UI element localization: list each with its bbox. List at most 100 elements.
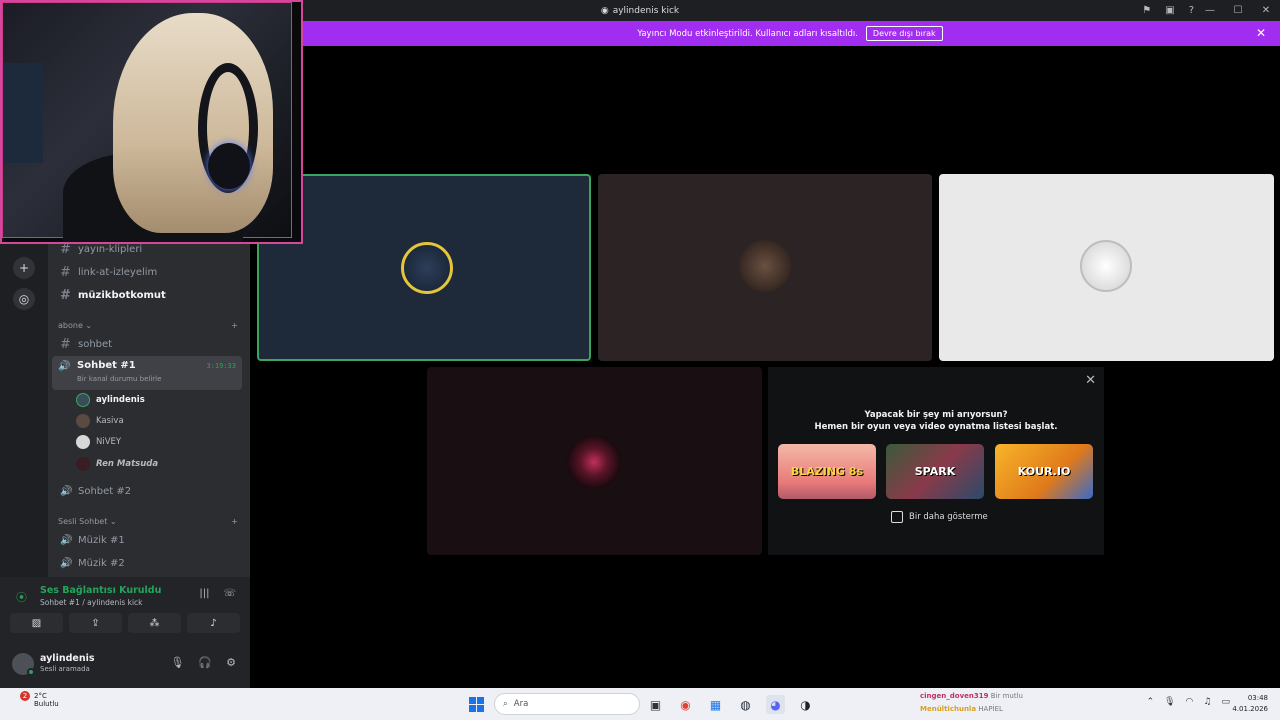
- monitor-shape: [3, 63, 43, 163]
- soundboard-icon[interactable]: ♪: [187, 613, 240, 633]
- weather-widget[interactable]: 2°C Bulutlu: [12, 692, 59, 708]
- activity-subheading: Hemen bir oyun veya video oynatma listes…: [814, 422, 1058, 432]
- game-card-blazing-8s[interactable]: BLAZING 8s: [778, 444, 876, 499]
- start-button[interactable]: [469, 697, 484, 712]
- taskbar-search[interactable]: ⌕ Ara: [494, 693, 640, 715]
- windows-taskbar: 2 2°C Bulutlu ⌕ Ara ▣ ◉ ▦ ◍ ◕ ◑ cingen_d…: [0, 688, 1280, 720]
- voice-action-row: ▨ ⇪ ⁂ ♪: [10, 613, 240, 633]
- avatar: [1080, 240, 1132, 292]
- search-icon: ⌕: [503, 699, 508, 709]
- explore-icon[interactable]: ◎: [13, 288, 35, 310]
- window-controls: — ☐ ✕: [1196, 0, 1280, 21]
- webcam-feed: [2, 2, 292, 242]
- dont-show-again-checkbox[interactable]: [891, 511, 903, 523]
- webcam-overlay: [0, 0, 303, 244]
- inbox-icon[interactable]: ⚑: [1142, 5, 1151, 16]
- chrome-icon[interactable]: ◉: [676, 695, 695, 714]
- settings-gear-icon[interactable]: ⚙: [226, 656, 236, 669]
- voice-channel-sohbet-2[interactable]: 🔊 Sohbet #2: [56, 481, 242, 501]
- voice-channel-muzik-1[interactable]: 🔊 Müzik #1: [56, 530, 242, 550]
- game-card-kour-io[interactable]: KOUR.IO: [995, 444, 1093, 499]
- system-tray: ⌃ 🎙 ◠ ♫ ▭: [1147, 697, 1230, 707]
- add-channel-icon[interactable]: +: [231, 321, 238, 330]
- hash-icon: #: [60, 336, 71, 352]
- voice-member[interactable]: NiVEY: [76, 433, 121, 451]
- dont-show-again-label[interactable]: Bir daha gösterme: [909, 512, 988, 522]
- category-abone[interactable]: abone ⌄ +: [58, 321, 238, 330]
- disconnect-icon[interactable]: ☏: [223, 588, 236, 599]
- voice-channel-sohbet-1[interactable]: 🔊 Sohbet #1 Bir kanal durumu belirle 3:1…: [52, 356, 242, 390]
- online-status-icon: [27, 668, 35, 676]
- discord-icon[interactable]: ◕: [766, 695, 785, 714]
- mic-tray-icon[interactable]: 🎙: [1164, 697, 1175, 707]
- user-panel: aylindenis Sesli aramada 🎙 🎧 ⚙: [10, 649, 240, 679]
- window-title: ◉ aylindenis kick: [600, 5, 680, 16]
- battery-icon[interactable]: ▭: [1221, 697, 1230, 707]
- add-server-icon[interactable]: +: [13, 257, 35, 279]
- channel-muzikbotkomut[interactable]: # müzikbotkomut: [56, 285, 242, 305]
- banner-message: Yayıncı Modu etkinleştirildi. Kullanıcı …: [637, 28, 858, 39]
- activities-icon[interactable]: ⁂: [128, 613, 181, 633]
- title-actions: ⚑ ▣ ?: [1142, 0, 1194, 21]
- avatar: [739, 240, 791, 292]
- channel-link-at-izleyelim[interactable]: # link-at-izleyelim: [56, 262, 242, 282]
- speaker-icon: 🔊: [60, 557, 73, 569]
- game-card-spark[interactable]: SPARK: [886, 444, 984, 499]
- noise-suppression-icon[interactable]: |||: [199, 588, 209, 599]
- headset-cup-shape: [208, 143, 250, 189]
- help-icon[interactable]: ?: [1189, 5, 1194, 16]
- voice-channel-muzik-2[interactable]: 🔊 Müzik #2: [56, 553, 242, 573]
- voice-connected-label[interactable]: Ses Bağlantısı Kuruldu: [40, 585, 161, 596]
- disable-streamer-mode-button[interactable]: Devre dışı bırak: [865, 26, 943, 41]
- avatar: [76, 414, 90, 428]
- video-tile-ren-matsuda[interactable]: [427, 367, 762, 555]
- video-tile-kasiva[interactable]: [598, 174, 932, 361]
- voice-connection-panel: ⦿ Ses Bağlantısı Kuruldu Sohbet #1 / ayl…: [0, 577, 250, 688]
- hash-icon: #: [60, 264, 71, 280]
- avatar: [401, 242, 453, 294]
- user-name[interactable]: aylindenis: [40, 653, 95, 664]
- voice-channel-path[interactable]: Sohbet #1 / aylindenis kick: [40, 598, 143, 607]
- video-tile-aylindenis[interactable]: [257, 174, 591, 361]
- add-channel-icon[interactable]: +: [231, 517, 238, 526]
- minimize-button[interactable]: —: [1196, 0, 1224, 21]
- maximize-button[interactable]: ☐: [1224, 0, 1252, 21]
- channel-status[interactable]: Bir kanal durumu belirle: [77, 375, 161, 383]
- close-window-button[interactable]: ✕: [1252, 0, 1280, 21]
- video-tile-nivey[interactable]: [939, 174, 1274, 361]
- speaker-icon: 🔊: [60, 485, 73, 497]
- activity-suggestion-panel: ✕ Yapacak bir şey mi arıyorsun? Hemen bi…: [768, 367, 1104, 555]
- speaker-icon: 🔊: [60, 534, 73, 546]
- activity-heading: Yapacak bir şey mi arıyorsun?: [864, 410, 1008, 420]
- voice-member[interactable]: Kasiva: [76, 412, 124, 430]
- chat-overlay: cingen_doven319 Bir mutlu Menültichunla …: [920, 692, 1023, 713]
- voice-member[interactable]: aylindenis: [76, 391, 145, 409]
- steam-icon[interactable]: ◍: [736, 695, 755, 714]
- store-icon[interactable]: ▦: [706, 695, 725, 714]
- avatar: [76, 393, 90, 407]
- discord-logo-icon: ◉: [600, 5, 609, 16]
- wifi-icon[interactable]: ◠: [1186, 697, 1194, 707]
- avatar: [76, 435, 90, 449]
- channel-sohbet[interactable]: # sohbet: [56, 334, 242, 354]
- taskview-icon[interactable]: ▣: [646, 695, 665, 714]
- chevron-up-icon[interactable]: ⌃: [1147, 697, 1155, 707]
- camera-off-icon[interactable]: ▨: [10, 613, 63, 633]
- screen-share-icon[interactable]: ⇪: [69, 613, 122, 633]
- microphone-icon[interactable]: 🎙: [170, 656, 184, 669]
- streamer-mode-banner: Yayıncı Modu etkinleştirildi. Kullanıcı …: [300, 21, 1280, 46]
- volume-icon[interactable]: ♫: [1203, 697, 1211, 707]
- hash-icon: #: [60, 287, 71, 303]
- category-sesli-sohbet[interactable]: Sesli Sohbet ⌄ +: [58, 517, 238, 526]
- app-icon[interactable]: ◑: [796, 695, 815, 714]
- clock[interactable]: 03:48 4.01.2026: [1232, 693, 1268, 715]
- signal-icon[interactable]: ⦿: [16, 589, 27, 605]
- voice-panel-actions: ||| ☏: [199, 588, 236, 599]
- close-banner-icon[interactable]: ✕: [1256, 26, 1266, 40]
- headphones-icon[interactable]: 🎧: [198, 656, 212, 669]
- voice-member[interactable]: Ren Matsuda: [76, 455, 158, 473]
- close-icon[interactable]: ✕: [1085, 373, 1096, 388]
- avatar: [567, 435, 621, 489]
- discord-app: ◉ aylindenis kick ⚑ ▣ ? — ☐ ✕ Yayıncı Mo…: [0, 0, 1280, 720]
- screen-icon[interactable]: ▣: [1165, 5, 1174, 16]
